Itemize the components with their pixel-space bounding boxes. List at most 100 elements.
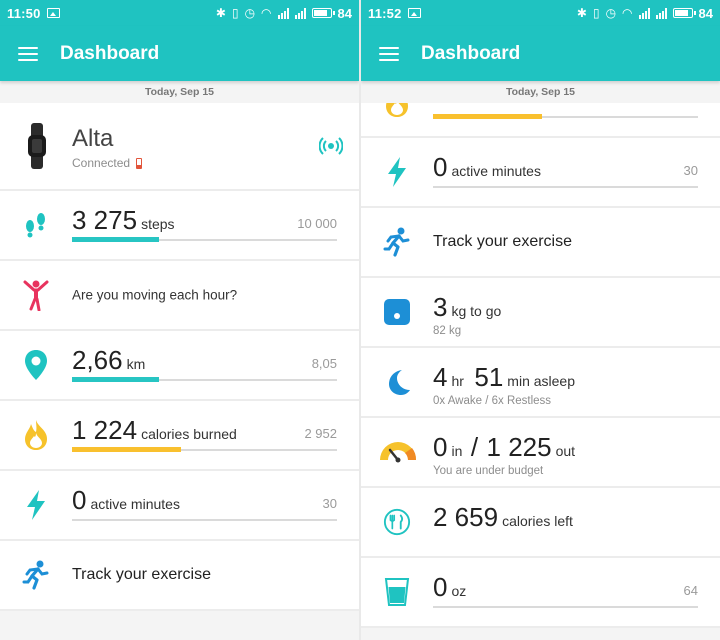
page-title: Dashboard (421, 42, 521, 64)
food-budget-tile[interactable]: 0 in / 1 225 out You are under budget (361, 418, 720, 488)
food-budget-status: You are under budget (433, 465, 544, 477)
distance-value: 2,66 (72, 345, 123, 375)
gallery-notification-icon (46, 8, 60, 18)
menu-icon[interactable] (379, 46, 399, 61)
app-bar: Dashboard (361, 26, 720, 81)
calories-burned-unit: calories burned (141, 426, 237, 442)
steps-tile[interactable]: 3 275 steps 10 000 (0, 191, 359, 261)
water-unit: oz (451, 583, 467, 599)
lightning-bolt-icon (383, 157, 411, 187)
sleep-hours: 4 (433, 362, 448, 392)
running-person-icon (22, 560, 50, 590)
device-status: Connected (72, 156, 337, 170)
water-value: 0 (433, 572, 448, 602)
track-exercise-tile[interactable]: Track your exercise (0, 541, 359, 611)
status-bar: 11:50 ✱ ▯ ◷ ◠ 84 (0, 0, 359, 26)
status-time: 11:50 (7, 5, 41, 21)
active-minutes-info: 0 active minutes 30 (433, 152, 698, 188)
signal-icon (638, 7, 650, 19)
bluetooth-icon: ✱ (215, 6, 226, 20)
date-label: Today, Sep 15 (361, 81, 720, 103)
sync-icon[interactable] (318, 134, 344, 158)
weight-tile[interactable]: 3 kg to go 82 kg (361, 278, 720, 348)
status-bar: 11:52 ✱ ▯ ◷ ◠ 84 (361, 0, 720, 26)
food-budget-info: 0 in / 1 225 out You are under budget (433, 432, 698, 477)
distance-progress-track (72, 377, 337, 382)
scale-icon (383, 298, 411, 326)
battery-icon (672, 8, 696, 18)
sleep-tile[interactable]: 4 hr 51 min asleep 0x Awake / 6x Restless (361, 348, 720, 418)
wifi-icon: ◠ (261, 6, 272, 20)
active-minutes-tile[interactable]: 0 active minutes 30 (0, 471, 359, 541)
weight-info: 3 kg to go 82 kg (433, 292, 698, 337)
dashboard-list: Alta Connected 3 275 steps 10 000 Are yo… (0, 103, 359, 611)
calories-progress-track-partial (433, 114, 698, 119)
track-exercise-tile[interactable]: Track your exercise (361, 208, 720, 278)
wifi-icon: ◠ (622, 6, 633, 20)
screens: 11:50 ✱ ▯ ◷ ◠ 84 Dashboard Today, Sep 15 (0, 0, 720, 640)
steps-progress-bar (72, 237, 159, 242)
water-tile[interactable]: 0 oz 64 (361, 558, 720, 628)
active-minutes-track (72, 519, 337, 521)
water-goal: 64 (683, 583, 698, 598)
calories-burned-value: 1 224 (72, 415, 138, 445)
vibrate-icon: ▯ (231, 6, 239, 20)
hourly-activity-tile[interactable]: Are you moving each hour? (0, 261, 359, 331)
lightning-bolt-icon (22, 490, 50, 520)
active-minutes-tile[interactable]: 0 active minutes 30 (361, 138, 720, 208)
weight-current: 82 kg (433, 325, 462, 337)
sleep-info: 4 hr 51 min asleep 0x Awake / 6x Restless (433, 362, 698, 407)
vibrate-icon: ▯ (592, 6, 600, 20)
sleep-detail: 0x Awake / 6x Restless (433, 395, 552, 407)
menu-icon[interactable] (18, 46, 38, 61)
right-screen: 11:52 ✱ ▯ ◷ ◠ 84 Dashboard Today, Sep 15 (361, 0, 720, 640)
track-exercise-text: Track your exercise (433, 233, 572, 250)
calories-out-unit: out (555, 443, 576, 459)
footprints-icon (22, 211, 50, 239)
active-minutes-value: 0 (433, 152, 448, 182)
calories-progress-track (72, 447, 337, 452)
device-tile[interactable]: Alta Connected (0, 103, 359, 191)
calories-out-value: 1 225 (486, 432, 552, 462)
weight-value: 3 (433, 292, 448, 322)
calories-burned-tile[interactable]: 1 224 calories burned 2 952 (0, 401, 359, 471)
fitbit-band-icon (22, 123, 52, 169)
flame-icon (22, 420, 50, 450)
steps-info: 3 275 steps 10 000 (72, 205, 337, 242)
sleep-hours-unit: hr (451, 373, 464, 389)
status-icons: ✱ ▯ ◷ ◠ 84 (577, 6, 713, 21)
calories-left-tile[interactable]: 2 659 calories left (361, 488, 720, 558)
weight-unit: kg to go (451, 303, 502, 319)
water-glass-icon (383, 578, 411, 606)
food-slash: / (470, 432, 479, 462)
moon-icon (383, 368, 411, 396)
calories-burned-goal: 2 952 (304, 426, 337, 441)
device-status-text: Connected (72, 156, 131, 170)
date-label: Today, Sep 15 (0, 81, 359, 103)
distance-goal: 8,05 (311, 356, 337, 371)
signal-icon (277, 7, 289, 19)
left-screen: 11:50 ✱ ▯ ◷ ◠ 84 Dashboard Today, Sep 15 (0, 0, 359, 640)
battery-level: 84 (698, 5, 713, 21)
active-minutes-value: 0 (72, 485, 87, 515)
device-info: Alta Connected (72, 125, 337, 170)
active-minutes-goal: 30 (683, 163, 698, 178)
distance-unit: km (126, 356, 146, 372)
hourly-activity-text: Are you moving each hour? (72, 287, 238, 303)
distance-info: 2,66 km 8,05 (72, 345, 337, 382)
track-exercise-text: Track your exercise (72, 566, 211, 583)
battery-level: 84 (337, 5, 352, 21)
water-track (433, 606, 698, 608)
dashboard-list: 0 active minutes 30 Track your exercise … (361, 68, 720, 628)
active-minutes-track (433, 186, 698, 188)
device-name: Alta (72, 125, 114, 152)
distance-tile[interactable]: 2,66 km 8,05 (0, 331, 359, 401)
alarm-icon: ◷ (244, 6, 256, 20)
status-icons: ✱ ▯ ◷ ◠ 84 (216, 6, 352, 21)
fork-knife-icon (383, 508, 411, 536)
gallery-notification-icon (407, 8, 421, 18)
sleep-minutes: 51 (474, 362, 504, 392)
active-minutes-unit: active minutes (90, 496, 180, 512)
calories-left-value: 2 659 (433, 502, 499, 532)
distance-progress-bar (72, 377, 160, 382)
